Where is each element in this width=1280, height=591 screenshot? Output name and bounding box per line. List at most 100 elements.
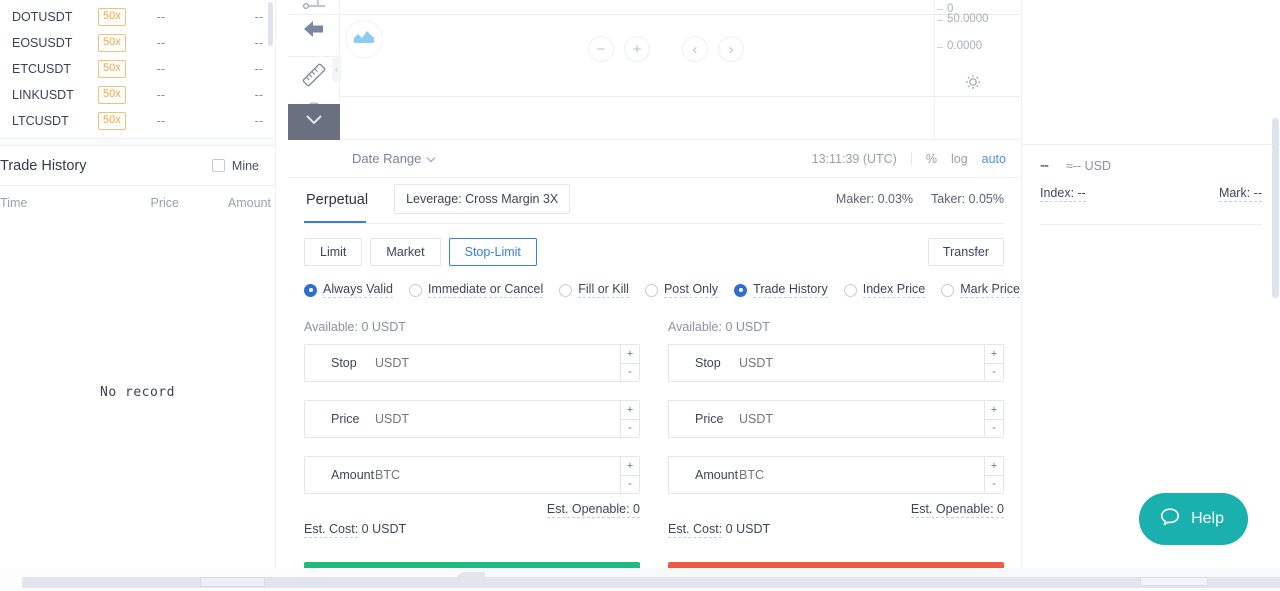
radio-immediate-or-cancel[interactable]: Immediate or Cancel (408, 282, 544, 298)
scroll-right-button[interactable]: › (718, 36, 744, 62)
radio-post-only[interactable]: Post Only (644, 282, 719, 298)
horizontal-scrollbar-thumb-secondary[interactable] (1140, 577, 1208, 586)
chart-navigation-controls[interactable]: − + ‹ › (588, 36, 744, 62)
pair-list-item[interactable]: DOTUSDT 50x -- -- (0, 4, 275, 30)
buy-available-balance: Available: 0 USDT (304, 320, 406, 334)
pair-list-item[interactable]: LTCUSDT 50x -- -- (0, 108, 275, 134)
order-type-stop-limit[interactable]: Stop-Limit (448, 238, 537, 266)
radio-indicator[interactable] (408, 283, 422, 297)
sell-stop-label: Stop (695, 356, 721, 370)
chart-clock: 13:11:39 (UTC) (811, 151, 897, 166)
pair-list-item[interactable]: ETCUSDT 50x -- -- (0, 56, 275, 82)
stepper-decrement[interactable]: - (620, 419, 639, 437)
radio-label: Trade History (753, 282, 828, 298)
order-type-limit[interactable]: Limit (304, 238, 363, 266)
zoom-out-button[interactable]: − (588, 36, 614, 62)
sell-stop-steppers[interactable]: + - (984, 345, 1003, 381)
radio-trade-history[interactable]: Trade History (734, 282, 828, 298)
radio-fill-or-kill[interactable]: Fill or Kill (559, 282, 629, 298)
buy-price-field[interactable]: Price + - (304, 400, 640, 438)
buy-amount-steppers[interactable]: + - (620, 457, 639, 493)
pair-symbol: LTCUSDT (12, 114, 69, 128)
transfer-button[interactable]: Transfer (927, 238, 1004, 266)
stepper-increment[interactable]: + (984, 457, 1003, 476)
sell-price-input[interactable] (739, 401, 1003, 437)
radio-index-price[interactable]: Index Price (843, 282, 926, 298)
help-button[interactable]: Help (1139, 493, 1248, 545)
auto-scale-button[interactable]: auto (982, 152, 1006, 166)
chart-panel-resize-handle[interactable]: ‹ (332, 56, 341, 82)
stepper-increment[interactable]: + (620, 457, 639, 476)
chart-price-axis[interactable]: 0 50.0000 0.0000 (934, 0, 1020, 140)
radio-mark-price[interactable]: Mark Price (941, 282, 1020, 298)
sell-amount-input[interactable] (739, 457, 1003, 493)
tab-active-indicator (304, 221, 366, 223)
chart-type-button[interactable] (345, 20, 383, 58)
radio-always-valid[interactable]: Always Valid (304, 282, 393, 298)
sell-stop-field[interactable]: Stop + - (668, 344, 1004, 382)
scroll-left-button[interactable]: ‹ (682, 36, 708, 62)
trading-pair-list[interactable]: DOTUSDT 50x -- -- EOSUSDT 50x -- -- ETCU… (0, 0, 275, 138)
buy-est-cost-label: Est. Cost: (304, 522, 359, 538)
stepper-decrement[interactable]: - (984, 363, 1003, 381)
pair-symbol: DOTUSDT (12, 10, 73, 24)
sell-price-field[interactable]: Price + - (668, 400, 1004, 438)
pair-change: -- (254, 36, 263, 50)
percent-scale-button[interactable]: % (926, 152, 937, 166)
buy-stop-input[interactable] (375, 345, 639, 381)
stepper-increment[interactable]: + (984, 345, 1003, 364)
horizontal-scrollbar-thumb[interactable] (200, 577, 265, 587)
chevron-down-icon (426, 151, 436, 166)
radio-indicator[interactable] (304, 283, 317, 297)
trade-history-columns: Time Price Amount (0, 186, 275, 220)
order-type-market[interactable]: Market (370, 238, 441, 266)
sell-est-cost-value: 0 USDT (725, 522, 771, 536)
back-arrow-icon[interactable] (288, 18, 340, 45)
pair-list-item[interactable]: LINKUSDT 50x -- -- (0, 82, 275, 108)
pair-list-item[interactable]: EOSUSDT 50x -- -- (0, 30, 275, 56)
zoom-in-button[interactable]: + (624, 36, 650, 62)
sell-amount-steppers[interactable]: + - (984, 457, 1003, 493)
sell-price-steppers[interactable]: + - (984, 401, 1003, 437)
maker-fee: Maker: 0.03% (835, 191, 914, 206)
mine-checkbox[interactable] (211, 159, 225, 172)
stepper-increment[interactable]: + (620, 345, 639, 364)
radio-indicator[interactable] (734, 283, 748, 297)
radio-indicator[interactable] (559, 283, 573, 297)
mine-filter-toggle[interactable]: Mine (211, 159, 259, 173)
pair-list-scrollbar[interactable] (268, 2, 273, 46)
stepper-increment[interactable]: + (984, 401, 1003, 420)
price-chart[interactable]: − + ‹ › ‹ 0 50.0000 0.0000 (288, 0, 1020, 140)
horizontal-scrollbar-track[interactable] (0, 577, 1280, 588)
leverage-badge: 50x (98, 86, 126, 104)
radio-indicator[interactable] (644, 283, 658, 297)
date-range-selector[interactable]: Date Range (352, 151, 436, 166)
stepper-decrement[interactable]: - (620, 363, 639, 381)
stepper-decrement[interactable]: - (984, 419, 1003, 437)
buy-amount-input[interactable] (375, 457, 639, 493)
buy-stop-field[interactable]: Stop + - (304, 344, 640, 382)
sell-stop-input[interactable] (739, 345, 1003, 381)
stepper-decrement[interactable]: - (620, 475, 639, 493)
page-scrollbar[interactable] (1272, 118, 1279, 298)
pair-price: -- (156, 88, 165, 102)
leverage-selector[interactable]: Leverage: Cross Margin 3X (394, 183, 571, 214)
gear-icon[interactable] (965, 74, 981, 95)
buy-price-input[interactable] (375, 401, 639, 437)
log-scale-button[interactable]: log (951, 152, 968, 166)
chart-plot-area[interactable] (340, 0, 1020, 140)
sell-amount-field[interactable]: Amount + - (668, 456, 1004, 494)
chevron-down-icon[interactable] (288, 112, 340, 133)
panel-divider (0, 138, 275, 146)
buy-stop-steppers[interactable]: + - (620, 345, 639, 381)
stepper-decrement[interactable]: - (984, 475, 1003, 493)
tab-perpetual[interactable]: Perpetual (304, 192, 370, 221)
radio-indicator[interactable] (843, 283, 857, 297)
cursor-icon[interactable] (288, 0, 340, 15)
divider (910, 151, 912, 166)
stepper-increment[interactable]: + (620, 401, 639, 420)
buy-price-steppers[interactable]: + - (620, 401, 639, 437)
buy-amount-field[interactable]: Amount + - (304, 456, 640, 494)
sell-est-openable: Est. Openable: 0 (910, 502, 1004, 518)
radio-indicator[interactable] (941, 283, 955, 297)
